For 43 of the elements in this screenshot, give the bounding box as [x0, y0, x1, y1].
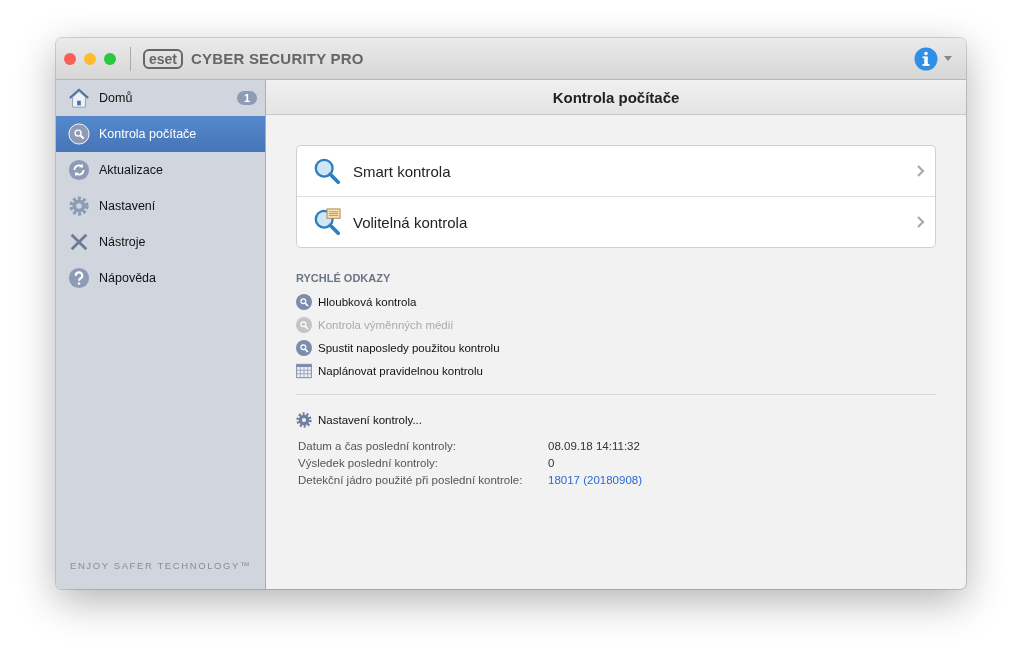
engine-version-link[interactable]: 18017 (20180908) — [548, 474, 936, 486]
quick-link[interactable]: Hloubková kontrola — [296, 290, 936, 313]
magnifier-icon — [313, 157, 341, 185]
sidebar-item[interactable]: Aktualizace — [56, 152, 265, 188]
caret-icon[interactable] — [944, 56, 952, 61]
section-heading: RYCHLÉ ODKAZY — [296, 272, 392, 284]
chevron-icon — [917, 216, 925, 228]
refresh-icon — [68, 159, 90, 181]
close-button[interactable] — [64, 52, 76, 65]
info-icon[interactable] — [914, 46, 938, 71]
info-value: 08.09.18 14:11:32 — [548, 440, 641, 452]
scan-settings-link[interactable]: Nastavení kontroly... — [296, 408, 936, 431]
chevron-icon — [917, 165, 925, 177]
quick-link[interactable]: Naplánovat pravidelnou kontrolu — [296, 359, 936, 382]
notification-badge: 1 — [236, 91, 257, 105]
scan-option[interactable]: Smart kontrola — [297, 146, 935, 196]
sidebar-item[interactable]: Domů 1 — [56, 80, 265, 116]
quick-link[interactable]: Spustit naposledy použitou kontrolu — [296, 336, 936, 359]
search-icon — [296, 293, 312, 310]
search-icon — [296, 316, 312, 333]
sidebar-item[interactable]: Nástroje — [56, 224, 265, 260]
tagline: ENJOY SAFER TECHNOLOGY™ — [68, 560, 253, 573]
calendar-icon — [296, 362, 312, 379]
magnifier-note-icon — [313, 208, 341, 236]
info-label: Datum a čas poslední kontroly: — [298, 440, 457, 452]
scan-option[interactable]: Volitelná kontrola — [297, 196, 935, 247]
sidebar-item[interactable]: Nastavení — [56, 188, 265, 224]
gear-icon — [68, 195, 90, 217]
search-icon — [296, 339, 312, 356]
zoom-button[interactable] — [104, 52, 116, 65]
gear-icon — [296, 411, 312, 428]
search-icon — [68, 123, 90, 145]
minimize-button[interactable] — [84, 52, 96, 65]
info-label: Výsledek poslední kontroly: — [298, 457, 439, 469]
sidebar-item[interactable]: Kontrola počítače — [56, 116, 265, 152]
info-label: Detekční jádro použité při poslední kontrole: — [298, 474, 524, 486]
help-icon — [68, 267, 90, 289]
sidebar-item[interactable]: Nápověda — [56, 260, 265, 296]
page-title: Kontrola počítače — [552, 88, 680, 106]
logo: eset — [143, 48, 184, 69]
info-value: 0 — [548, 457, 556, 469]
house-icon — [68, 87, 90, 109]
product-title: CYBER SECURITY PRO — [191, 50, 364, 67]
